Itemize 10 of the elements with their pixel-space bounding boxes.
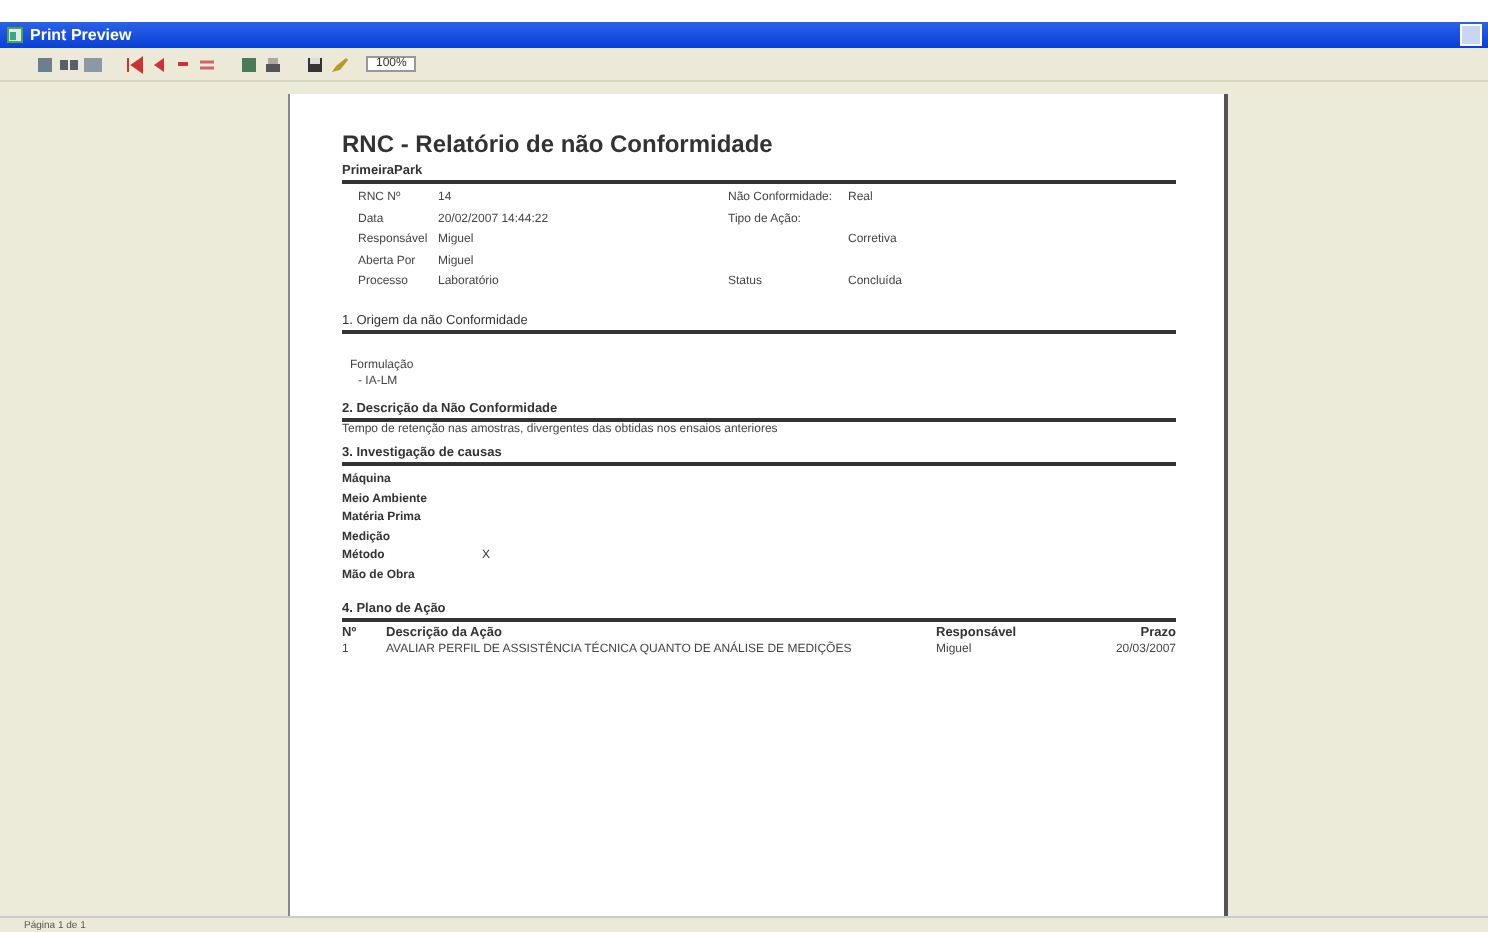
two-pages-icon[interactable] [60,55,78,73]
print-icon[interactable] [264,55,282,73]
first-page-icon[interactable] [126,55,144,73]
previous-page-icon[interactable] [150,55,168,73]
app-icon [6,26,24,44]
save-icon[interactable] [306,55,324,73]
window-title: Print Preview [30,26,132,44]
edit-icon[interactable] [330,55,348,73]
page-icon[interactable] [36,55,54,73]
report-title: RNC - Relatório de não Conformidade [342,130,775,158]
